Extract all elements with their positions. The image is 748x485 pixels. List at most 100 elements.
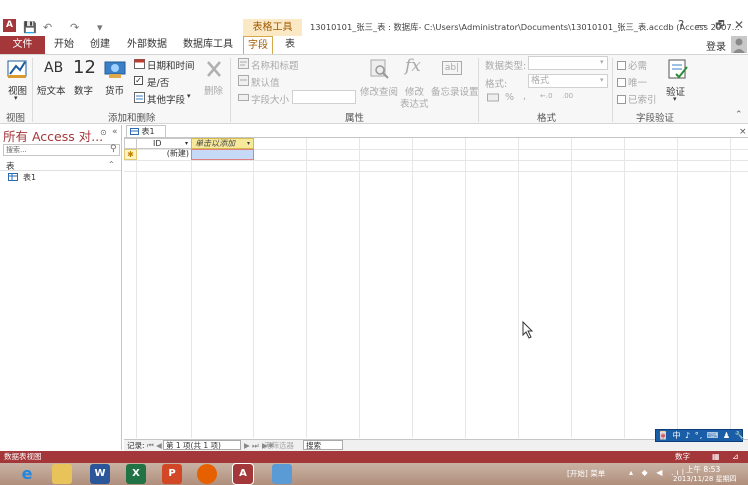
sign-in-link[interactable]: 登录	[706, 38, 726, 53]
view-icon[interactable]	[6, 58, 28, 83]
unique-checkbox[interactable]: 唯一	[617, 75, 647, 89]
fx-icon[interactable]: fx	[405, 56, 421, 76]
first-record-icon[interactable]: ⏮	[147, 440, 154, 451]
field-size-input[interactable]	[292, 90, 356, 104]
datetime-button[interactable]: 日期和时间	[147, 58, 195, 72]
customize-qat-icon[interactable]: ▾	[97, 21, 103, 34]
new-record-id-cell[interactable]: (新建)	[137, 149, 191, 160]
column-header-id[interactable]: ID ▾	[136, 138, 192, 149]
comma-button[interactable]: ,	[523, 91, 526, 102]
tab-file[interactable]: 文件	[0, 36, 45, 54]
nav-item-table1[interactable]: 表1	[23, 172, 36, 183]
more-fields-icon[interactable]	[134, 92, 145, 106]
number-button[interactable]: 数字	[74, 83, 93, 97]
tab-database-tools[interactable]: 数据库工具	[178, 36, 238, 54]
validation-dropdown-icon[interactable]: ▾	[673, 95, 677, 103]
record-position-input[interactable]: 第 1 项(共 1 项)	[163, 440, 241, 450]
tab-table[interactable]: 表	[278, 36, 302, 54]
more-fields-button[interactable]: 其他字段	[147, 92, 185, 106]
data-type-select[interactable]	[528, 56, 608, 70]
group-collapse-icon[interactable]: ⌃	[108, 160, 115, 169]
increase-decimals-button[interactable]: ←.0	[540, 92, 553, 100]
yesno-button[interactable]: 是/否	[147, 75, 169, 89]
user-avatar-icon[interactable]	[731, 36, 747, 53]
nav-group-tables[interactable]: 表 ⌃	[0, 160, 121, 172]
column-header-click-to-add[interactable]: 单击以添加 ▾	[191, 138, 254, 149]
ie-browser-icon[interactable]: e	[17, 464, 37, 484]
number-icon[interactable]: 12	[73, 57, 96, 78]
tab-create[interactable]: 创建	[85, 36, 115, 54]
modify-lookups-button[interactable]: 修改查阅	[360, 84, 398, 98]
nav-menu-chevron-down-icon[interactable]: ⊙	[100, 128, 107, 137]
add-column-dropdown-icon[interactable]: ▾	[247, 139, 250, 149]
powerpoint-icon[interactable]: P	[162, 464, 182, 484]
column-id-dropdown-icon[interactable]: ▾	[185, 139, 188, 149]
currency-icon[interactable]	[104, 58, 126, 83]
field-size-icon	[238, 92, 249, 106]
new-record-selector[interactable]: ✱	[124, 149, 137, 160]
filter-toggle[interactable]: 无筛选器	[264, 440, 298, 451]
memo-settings-button[interactable]: 备忘录设置	[431, 84, 479, 98]
decrease-decimals-button[interactable]: .00	[562, 92, 573, 100]
name-caption-button[interactable]: 名称和标题	[251, 58, 299, 72]
delete-icon[interactable]	[205, 59, 223, 82]
name-caption-icon[interactable]	[238, 58, 249, 72]
default-value-button[interactable]: 默认值	[251, 75, 280, 89]
redo-icon[interactable]: ↷	[70, 21, 79, 34]
format-chevron-down-icon[interactable]: ▾	[600, 76, 604, 84]
close-button[interactable]: ✕	[731, 18, 747, 32]
short-text-icon[interactable]: AB	[44, 60, 63, 76]
short-text-button[interactable]: 短文本	[37, 83, 66, 97]
tab-fields[interactable]: 字段	[243, 36, 273, 54]
restore-button[interactable]: 🗗	[712, 18, 728, 35]
collapse-ribbon-icon[interactable]: ⌃	[735, 110, 743, 120]
excel-icon[interactable]: X	[126, 464, 146, 484]
percent-button[interactable]: %	[505, 92, 514, 103]
currency-button[interactable]: 货币	[105, 83, 124, 97]
design-view-icon[interactable]: ⊿	[732, 451, 739, 463]
validation-icon[interactable]	[667, 57, 689, 84]
save-icon[interactable]: 💾	[23, 21, 37, 34]
yesno-checkbox-icon[interactable]	[134, 75, 145, 85]
next-record-icon[interactable]: ▶	[244, 440, 250, 451]
modify-lookups-icon[interactable]	[368, 58, 390, 83]
datetime-icon[interactable]	[134, 58, 145, 72]
word-icon[interactable]: W	[90, 464, 110, 484]
close-document-icon[interactable]: ×	[739, 127, 747, 137]
datasheet: ID ▾ 单击以添加 ▾ ✱ (新建)	[124, 138, 748, 438]
memo-settings-icon[interactable]: ab|	[442, 61, 462, 75]
start-menu-label[interactable]: [开始] 菜单	[567, 468, 605, 479]
data-type-label: 数据类型:	[485, 61, 527, 72]
clock-date[interactable]: 2013/11/28 星期四	[673, 474, 737, 484]
more-fields-dropdown-icon[interactable]: ▾	[187, 92, 191, 100]
indexed-checkbox[interactable]: 已索引	[617, 92, 657, 106]
group-divider	[478, 58, 479, 122]
record-search-input[interactable]: 搜索	[303, 440, 343, 450]
prev-record-icon[interactable]: ◀	[156, 440, 162, 451]
last-record-icon[interactable]: ⏭	[252, 440, 259, 451]
access-taskbar-icon[interactable]: A	[232, 463, 254, 485]
ime-toolbar[interactable]: 🀄 中 ♪ °, ⌨ ♟ 🔧	[655, 429, 745, 442]
undo-icon[interactable]: ↶	[43, 21, 52, 34]
search-icon[interactable]: ⚲	[110, 144, 117, 154]
required-checkbox[interactable]: 必需	[617, 58, 647, 72]
nav-collapse-icon[interactable]: «	[112, 127, 118, 137]
delete-button[interactable]: 删除	[204, 83, 223, 97]
new-record-add-cell[interactable]	[191, 149, 254, 160]
tab-external-data[interactable]: 外部数据	[122, 36, 172, 54]
default-value-icon[interactable]	[238, 75, 249, 89]
file-explorer-icon[interactable]	[52, 464, 72, 484]
nav-pane-title[interactable]: 所有 Access 对...	[3, 126, 103, 145]
nav-search-input[interactable]: 搜索...	[3, 144, 120, 156]
format-select[interactable]: 格式	[528, 74, 608, 88]
access-app-icon[interactable]: A	[3, 19, 16, 32]
data-type-chevron-down-icon[interactable]: ▾	[600, 58, 604, 66]
tab-home[interactable]: 开始	[49, 36, 79, 54]
currency-format-icon[interactable]	[487, 92, 499, 106]
firefox-icon[interactable]	[197, 464, 217, 484]
datasheet-view-icon[interactable]: ▦	[712, 451, 720, 463]
minimize-button[interactable]: —	[693, 18, 709, 32]
remote-desktop-icon[interactable]	[272, 464, 292, 484]
help-button[interactable]: ?	[673, 18, 689, 32]
view-dropdown-arrow-icon[interactable]: ▾	[14, 94, 18, 102]
